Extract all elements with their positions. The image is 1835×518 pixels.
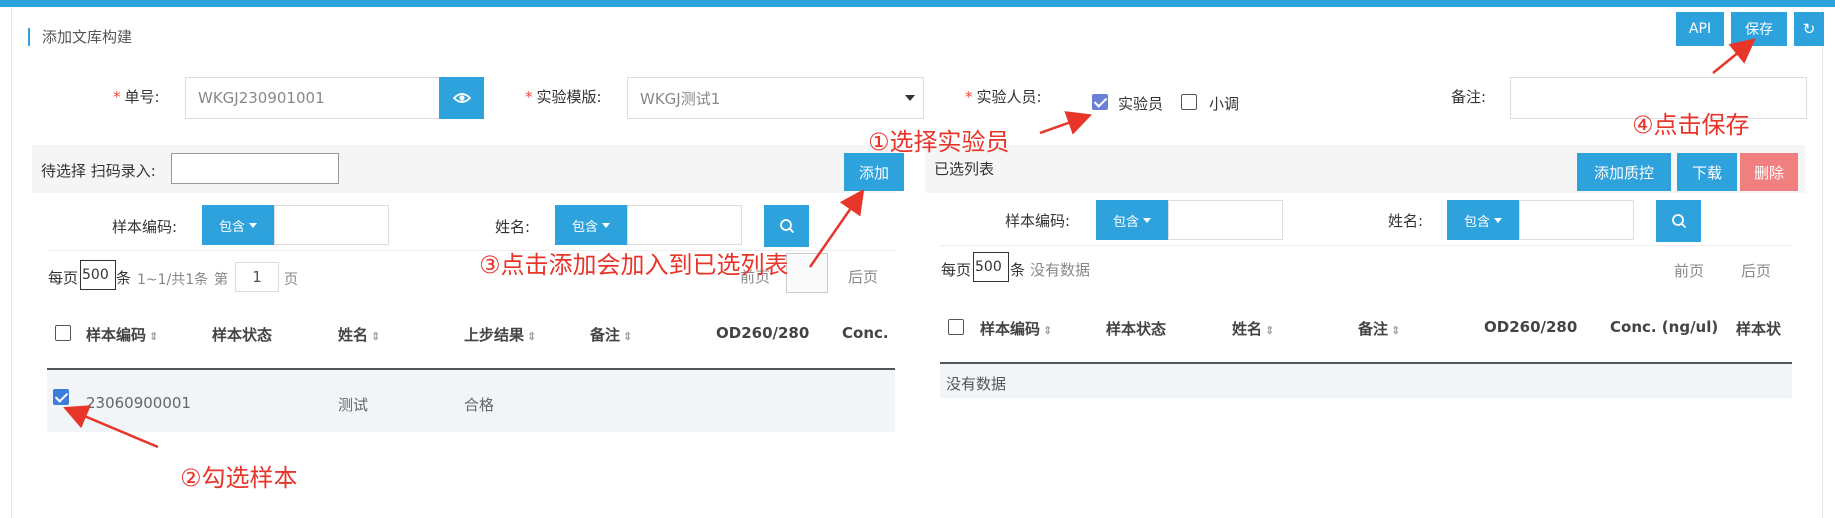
right-col-sample-code[interactable]: 样本编码 ⇕ [980,318,1052,339]
arrow-step1 [1039,111,1093,135]
right-no-data-inline: 没有数据 [1030,261,1091,279]
left-col-name[interactable]: 姓名 ⇕ [338,324,380,345]
right-col-od: OD260/280 [1484,318,1578,336]
left-sample-contains-dropdown[interactable]: 包含 [202,205,274,245]
left-name-label: 姓名: [495,218,531,236]
scan-input[interactable] [171,153,339,184]
order-no-label: * 单号: [113,88,160,106]
row-result: 合格 [464,396,495,414]
row-name: 测试 [338,396,369,414]
right-col-conc: Conc. (ng/ul) [1610,318,1719,336]
left-per-page-unit: 条 [116,269,132,287]
right-sample-code-label: 样本编码: [1005,212,1071,230]
template-label: * 实验模版: [525,88,602,106]
left-name-contains-dropdown[interactable]: 包含 [555,205,627,245]
arrow-step4 [1712,38,1756,74]
left-page-prefix: 第 [214,272,228,288]
annotation-step1: ①选择实验员 [868,128,1010,156]
row-checkbox[interactable] [53,389,69,405]
left-sample-code-label: 样本编码: [112,218,178,236]
right-empty-text: 没有数据 [946,375,1007,393]
note-label: 备注: [1451,88,1487,106]
staff-checkbox-experimenter[interactable] [1092,94,1108,110]
chevron-down-icon [905,95,915,101]
right-sample-contains-dropdown[interactable]: 包含 [1096,200,1168,240]
left-range-text: 1~1/共1条 [137,272,209,288]
scan-input-label: 待选择 扫码录入: [41,162,156,180]
annotation-step4: ④点击保存 [1632,111,1750,139]
left-per-page-label: 每页 [48,269,79,287]
staff-option-label: 小调 [1209,95,1240,113]
add-qc-button[interactable]: 添加质控 [1577,153,1671,191]
top-accent-bar [0,0,1835,7]
search-icon [779,219,794,234]
right-per-page-label: 每页 [941,261,972,279]
right-per-page-select[interactable]: 500 [973,252,1009,282]
right-name-label: 姓名: [1388,212,1424,230]
right-sample-code-input[interactable] [1168,200,1283,240]
right-per-page-unit: 条 [1010,261,1026,279]
left-border [11,7,12,518]
divider [940,245,1792,246]
left-col-note[interactable]: 备注 ⇕ [590,324,632,345]
left-col-sample-status: 样本状态 [212,326,273,344]
left-select-all-checkbox[interactable] [55,325,71,341]
template-select-value: WKGJ测试1 [640,89,721,108]
right-border [1822,7,1823,518]
right-name-contains-dropdown[interactable]: 包含 [1447,200,1519,240]
annotation-step2: ②勾选样本 [180,464,298,492]
left-col-od: OD260/280 [716,324,810,342]
right-search-button[interactable] [1656,200,1701,242]
left-col-conc: Conc. ( [842,324,895,342]
left-page-input[interactable]: 1 [235,262,279,292]
left-per-page-select[interactable]: 500 [80,260,116,290]
add-button[interactable]: 添加 [844,153,904,191]
empty-row [940,364,1792,398]
left-col-sample-code[interactable]: 样本编码 ⇕ [86,324,158,345]
api-button[interactable]: API [1676,12,1724,46]
right-col-sample-status-2: 样本状 [1736,320,1782,338]
eye-icon [452,93,471,103]
left-name-input[interactable] [627,205,742,245]
chevron-down-icon [1494,217,1502,223]
right-col-note[interactable]: 备注 ⇕ [1358,318,1400,339]
right-select-all-checkbox[interactable] [948,319,964,335]
right-col-sample-status: 样本状态 [1106,320,1167,338]
right-panel-header [925,145,1805,193]
left-next-button[interactable]: 后页 [848,266,878,287]
chevron-down-icon [602,222,610,228]
right-next-button[interactable]: 后页 [1741,260,1771,281]
annotation-step3: ③点击添加会加入到已选列表 [479,251,789,279]
staff-label: * 实验人员: [965,88,1042,106]
template-select[interactable]: WKGJ测试1 [627,77,924,119]
right-name-input[interactable] [1519,200,1634,240]
row-sample-code: 23060900001 [86,394,191,412]
save-button[interactable]: 保存 [1731,12,1787,46]
left-panel-header [32,145,895,193]
current-page-button[interactable] [786,253,828,293]
staff-checkbox-xiaotiao[interactable] [1181,94,1197,110]
left-page-suffix: 页 [284,272,298,288]
page-title: 添加文库构建 [28,28,132,46]
delete-button[interactable]: 删除 [1740,153,1798,191]
left-sample-code-input[interactable] [274,205,389,245]
staff-option-label: 实验员 [1118,95,1164,113]
view-button[interactable] [439,77,484,119]
right-col-name[interactable]: 姓名 ⇕ [1232,318,1274,339]
order-no-input[interactable]: WKGJ230901001 [185,77,440,119]
search-icon [1671,214,1686,229]
selected-list-label: 已选列表 [934,160,995,178]
left-search-button[interactable] [764,205,809,247]
refresh-icon: ↻ [1802,20,1816,38]
left-col-prev-result[interactable]: 上步结果 ⇕ [464,324,536,345]
chevron-down-icon [1143,217,1151,223]
right-prev-button[interactable]: 前页 [1674,260,1704,281]
download-button[interactable]: 下载 [1677,153,1737,191]
refresh-button[interactable]: ↻ [1794,12,1824,46]
chevron-down-icon [249,222,257,228]
